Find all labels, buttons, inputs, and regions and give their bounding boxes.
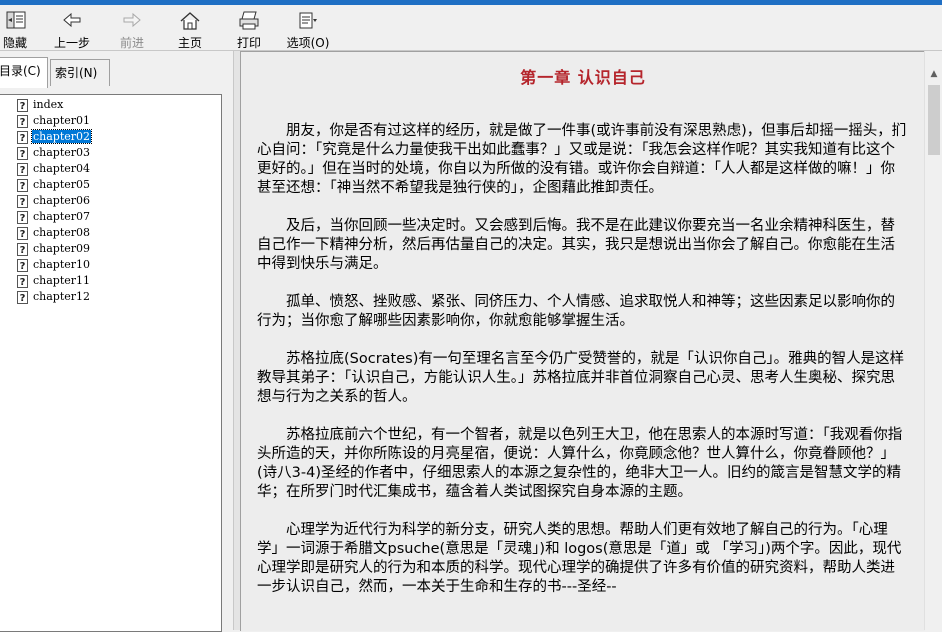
body-paragraph: 心理学为近代行为科学的新分支，研究人类的思想。帮助人们更有效地了解自己的行为。「… <box>257 522 902 595</box>
forward-button[interactable]: 前进 <box>112 8 152 50</box>
tree-item-label: chapter08 <box>33 226 91 239</box>
home-button[interactable]: 主页 <box>172 8 208 50</box>
tree-item-chapter04[interactable]: ? chapter04 <box>17 161 91 177</box>
help-page-icon: ? <box>17 226 28 240</box>
tree-item-chapter07[interactable]: ? chapter07 <box>17 209 91 225</box>
help-page-icon: ? <box>17 258 28 272</box>
tree-item-label: chapter10 <box>33 258 91 271</box>
navigation-pane: 目录(C) 索引(N) ? index? chapter01? chapter02? c… <box>0 51 233 632</box>
tree-item-chapter02[interactable]: ? chapter02 <box>17 129 93 145</box>
tree-item-label: chapter02 <box>30 129 93 144</box>
printer-icon <box>239 11 259 30</box>
tree-item-chapter03[interactable]: ? chapter03 <box>17 145 91 161</box>
tree-item-label: chapter11 <box>33 274 91 287</box>
chapter-title: 第一章 认识自己 <box>520 68 646 87</box>
help-page-icon: ? <box>17 194 28 208</box>
hide-label: 隐藏 <box>2 36 27 50</box>
body-paragraph: 苏格拉底(Socrates)有一句至理名言至今仍广受赞誉的，就是「认识你自己」。… <box>257 351 905 405</box>
home-icon <box>180 12 200 30</box>
body-paragraph: 苏格拉底前六个世纪，有一个智者，就是以色列王大卫，他在思索人的本源时写道：「我观… <box>257 427 903 500</box>
tree-item-chapter05[interactable]: ? chapter05 <box>17 177 91 193</box>
arrow-right-icon <box>123 12 141 28</box>
tree-item-label: chapter04 <box>33 162 91 175</box>
help-page-icon: ? <box>17 162 28 176</box>
help-page-icon: ? <box>17 146 28 160</box>
tree-item-index[interactable]: ? index <box>17 97 64 113</box>
body-paragraph: 及后，当你回顾一些决定时。又会感到后悔。我不是在此建议你要充当一名业余精神科医生… <box>257 218 895 272</box>
print-label: 打印 <box>236 36 261 50</box>
tree-item-chapter11[interactable]: ? chapter11 <box>17 273 91 289</box>
vertical-scrollbar[interactable]: ▲ <box>924 51 942 630</box>
help-page-icon: ? <box>17 98 28 112</box>
tree-item-chapter12[interactable]: ? chapter12 <box>17 289 91 305</box>
help-page-icon: ? <box>17 114 28 128</box>
tree-item-label: chapter09 <box>33 242 91 255</box>
tree-item-chapter01[interactable]: ? chapter01 <box>17 113 91 129</box>
tree-item-label: chapter05 <box>33 178 91 191</box>
options-label: 选项(O) <box>286 36 330 50</box>
tab-index[interactable]: 索引(N) <box>50 59 110 86</box>
forward-label: 前进 <box>119 36 144 50</box>
tree-item-label: chapter07 <box>33 210 91 223</box>
tree-item-chapter10[interactable]: ? chapter10 <box>17 257 91 273</box>
back-label: 上一步 <box>53 36 90 50</box>
tree-item-chapter06[interactable]: ? chapter06 <box>17 193 91 209</box>
help-page-icon: ? <box>17 290 28 304</box>
help-page-icon: ? <box>17 210 28 224</box>
scroll-up-arrow-icon[interactable]: ▲ <box>925 65 942 83</box>
scrollbar-thumb[interactable] <box>928 85 940 155</box>
tree-item-label: chapter03 <box>33 146 91 159</box>
options-icon <box>299 12 317 29</box>
home-label: 主页 <box>177 36 202 50</box>
back-button[interactable]: 上一步 <box>50 8 94 50</box>
body-paragraph: 孤单、愤怒、挫败感、紧张、同侪压力、个人情感、追求取悦人和神等；这些因素足以影响… <box>257 294 895 329</box>
print-button[interactable]: 打印 <box>232 8 266 50</box>
arrow-left-icon <box>63 12 81 28</box>
body-paragraph: 朋友，你是否有过这样的经历，就是做了一件事(或许事前没有深思熟虑)，但事后却摇一… <box>257 123 907 196</box>
hide-button[interactable]: 隐藏 <box>0 8 30 50</box>
tab-contents[interactable]: 目录(C) <box>0 57 48 88</box>
help-page-icon: ? <box>17 242 28 256</box>
options-button[interactable]: 选项(O) <box>284 8 332 50</box>
tree-item-label: chapter06 <box>33 194 91 207</box>
contents-tree[interactable]: ? index? chapter01? chapter02? chapter03? cha… <box>0 94 222 632</box>
toolbar: 隐藏 上一步 前进 主页 打印 选项(O) <box>0 5 942 51</box>
tree-item-label: chapter01 <box>33 114 91 127</box>
tree-item-label: index <box>33 98 64 111</box>
help-page-icon: ? <box>17 274 28 288</box>
help-page-icon: ? <box>17 178 28 192</box>
tree-item-chapter09[interactable]: ? chapter09 <box>17 241 91 257</box>
help-page-icon: ? <box>17 130 28 144</box>
tree-item-chapter08[interactable]: ? chapter08 <box>17 225 91 241</box>
tree-item-label: chapter12 <box>33 290 91 303</box>
chapter-body: 朋友，你是否有过这样的经历，就是做了一件事(或许事前没有深思熟虑)，但事后却摇一… <box>257 122 907 616</box>
hide-pane-icon <box>6 11 26 29</box>
content-pane: 第一章 认识自己 朋友，你是否有过这样的经历，就是做了一件事(或许事前没有深思熟… <box>240 51 925 631</box>
